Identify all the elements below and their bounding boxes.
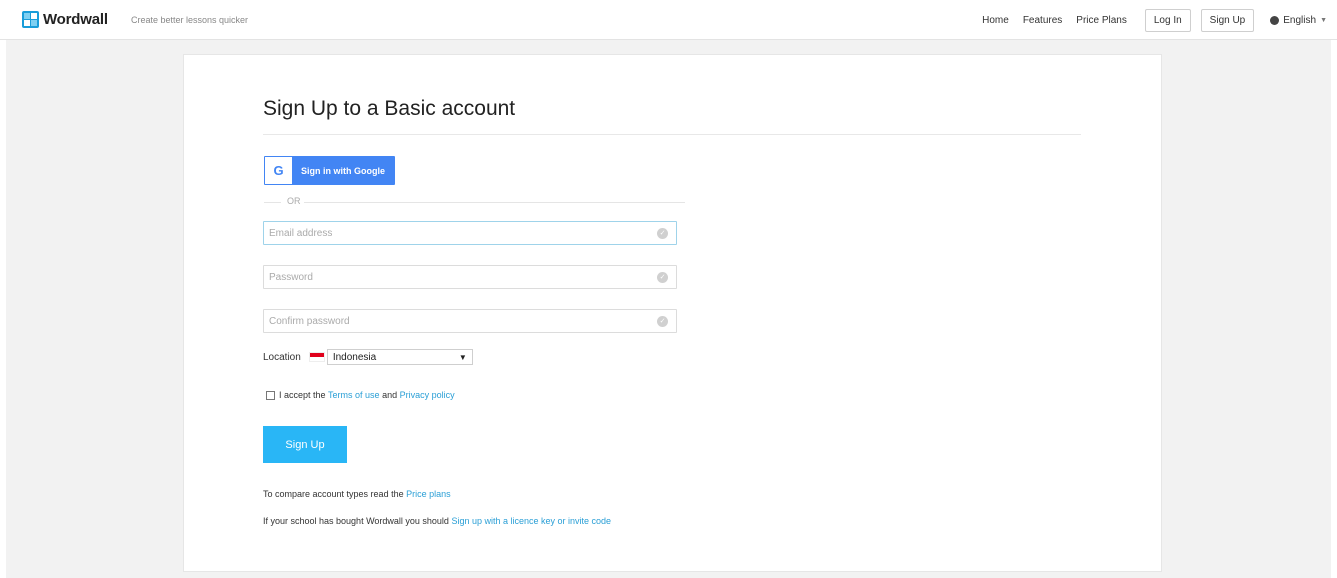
wordwall-logo[interactable]: Wordwall [22, 11, 108, 28]
password-field[interactable]: ✓ [263, 265, 677, 289]
confirm-password-input[interactable] [264, 310, 644, 332]
google-signin-button[interactable]: G Sign in with Google [264, 156, 395, 185]
compare-text-row: To compare account types read the Price … [263, 489, 451, 499]
or-divider: OR [264, 196, 685, 208]
language-selector[interactable]: English ▼ [1270, 15, 1327, 26]
google-icon: G [265, 157, 292, 184]
or-text: OR [287, 196, 301, 206]
school-text: If your school has bought Wordwall you s… [263, 516, 449, 526]
accept-terms-row: I accept the Terms of use and Privacy po… [266, 390, 455, 400]
title-divider [263, 134, 1081, 135]
email-field[interactable]: ✓ [263, 221, 677, 245]
nav-price-plans-link[interactable]: Price Plans [1076, 15, 1127, 26]
location-select[interactable]: Indonesia ▼ [326, 349, 473, 365]
terms-of-use-link[interactable]: Terms of use [328, 390, 380, 400]
check-circle-icon: ✓ [657, 316, 668, 327]
location-label: Location [263, 351, 301, 363]
school-text-row: If your school has bought Wordwall you s… [263, 516, 611, 526]
chevron-down-icon: ▼ [1320, 17, 1327, 24]
logo-text: Wordwall [43, 11, 108, 28]
compare-text: To compare account types read the [263, 489, 404, 499]
price-plans-link[interactable]: Price plans [406, 489, 451, 499]
login-button[interactable]: Log In [1144, 9, 1191, 32]
signup-nav-button[interactable]: Sign Up [1200, 9, 1255, 32]
globe-icon [1270, 16, 1280, 25]
email-input[interactable] [264, 222, 644, 244]
location-value: Indonesia [332, 351, 377, 363]
page-title: Sign Up to a Basic account [263, 97, 516, 120]
and-text: and [382, 390, 398, 400]
nav-home-link[interactable]: Home [982, 15, 1009, 26]
indonesia-flag-icon [308, 352, 325, 362]
chevron-down-icon: ▼ [458, 352, 467, 362]
nav-features-link[interactable]: Features [1023, 15, 1062, 26]
or-line-right [304, 202, 685, 203]
licence-key-link[interactable]: Sign up with a licence key or invite cod… [451, 516, 611, 526]
top-navigation-bar: Wordwall Create better lessons quicker H… [0, 0, 1337, 40]
signup-card: Sign Up to a Basic account G Sign in wit… [183, 54, 1162, 572]
or-line-left [264, 202, 281, 203]
wordwall-logo-icon [22, 11, 39, 28]
signup-submit-button[interactable]: Sign Up [263, 426, 347, 463]
tagline: Create better lessons quicker [131, 15, 249, 25]
check-circle-icon: ✓ [657, 228, 668, 239]
accept-terms-checkbox[interactable] [266, 390, 275, 400]
confirm-password-field[interactable]: ✓ [263, 309, 677, 333]
google-signin-label: Sign in with Google [301, 165, 385, 176]
location-row: Location Indonesia ▼ [263, 349, 473, 365]
privacy-policy-link[interactable]: Privacy policy [400, 390, 455, 400]
password-input[interactable] [264, 266, 644, 288]
accept-prefix: I accept the [279, 390, 326, 400]
check-circle-icon: ✓ [657, 272, 668, 283]
language-label: English [1283, 15, 1317, 26]
main-nav: Home Features Price Plans Log In Sign Up… [982, 9, 1327, 32]
